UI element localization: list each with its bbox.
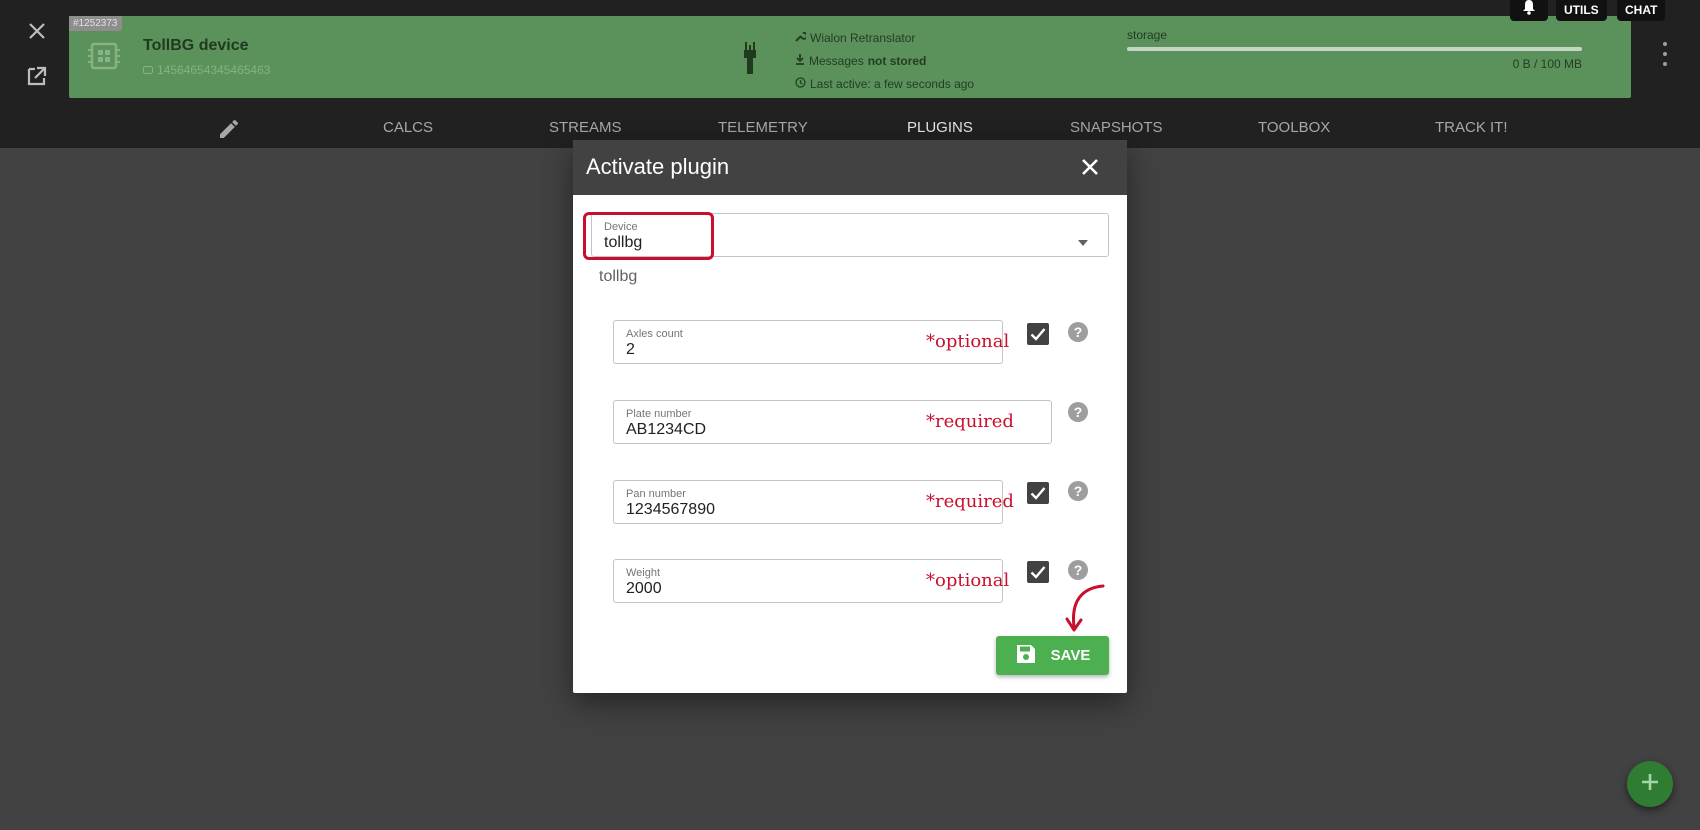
channel-name: Wialon Retranslator: [810, 31, 916, 45]
pan-number-label: Pan number: [626, 488, 686, 500]
messages-prefix: Messages: [809, 54, 864, 68]
help-icon[interactable]: ?: [1068, 481, 1088, 501]
last-active: Last active: a few seconds ago: [810, 77, 975, 91]
tab-toolbox[interactable]: TOOLBOX: [1258, 119, 1330, 136]
tab-telemetry[interactable]: TELEMETRY: [718, 119, 808, 136]
tab-plugins[interactable]: PLUGINS: [907, 119, 973, 136]
chip-icon: [87, 39, 121, 73]
add-fab-button[interactable]: [1627, 761, 1673, 807]
device-id-badge: #1252373: [69, 16, 122, 31]
help-icon[interactable]: ?: [1068, 322, 1088, 342]
close-icon[interactable]: [22, 16, 52, 46]
tag-icon: [143, 63, 153, 77]
required-annotation: *required: [926, 491, 1014, 512]
wrench-icon: [795, 27, 808, 50]
device-select[interactable]: Device tollbg: [591, 213, 1109, 257]
weight-value: 2000: [626, 580, 662, 597]
save-label: SAVE: [1050, 647, 1091, 664]
help-icon[interactable]: ?: [1068, 402, 1088, 422]
storage-progress-bar: [1127, 47, 1582, 51]
plate-number-label: Plate number: [626, 408, 692, 420]
utils-button[interactable]: UTILS: [1556, 0, 1607, 21]
open-in-new-icon[interactable]: [22, 61, 52, 91]
device-ident: 14564654345465463: [143, 63, 270, 77]
device-card[interactable]: #1252373 TollBG device 14564654345465463: [69, 16, 1631, 98]
axles-count-field[interactable]: Axles count 2 *optional: [613, 320, 1009, 364]
pan-number-checkbox[interactable]: [1027, 482, 1049, 504]
download-icon: [795, 50, 805, 73]
help-icon[interactable]: ?: [1068, 560, 1088, 580]
tab-streams[interactable]: STREAMS: [549, 119, 622, 136]
device-info: Wialon Retranslator Messages not stored …: [795, 27, 974, 96]
axles-count-value: 2: [626, 341, 635, 358]
tab-track-it[interactable]: TRACK IT!: [1435, 119, 1508, 136]
weight-label: Weight: [626, 567, 661, 579]
storage-value: 0 B / 100 MB: [1512, 57, 1582, 71]
edit-pencil-icon[interactable]: [217, 117, 241, 141]
pan-number-field[interactable]: Pan number 1234567890 *required: [613, 480, 1014, 524]
more-vert-icon[interactable]: [1658, 42, 1672, 66]
plug-icon: [743, 42, 757, 74]
tab-snapshots[interactable]: SNAPSHOTS: [1070, 119, 1163, 136]
weight-field[interactable]: Weight 2000 *optional: [613, 559, 1009, 603]
plate-number-field[interactable]: Plate number AB1234CD *required: [613, 400, 1052, 444]
device-ident-value: 14564654345465463: [157, 63, 271, 77]
chevron-down-icon: [1078, 233, 1088, 246]
messages-status: not stored: [867, 54, 927, 68]
bell-icon: [1522, 0, 1536, 22]
device-caption: tollbg: [599, 268, 638, 285]
device-select-value: tollbg: [604, 234, 643, 251]
dialog-title: Activate plugin: [586, 154, 730, 179]
optional-annotation: *optional: [926, 331, 1010, 352]
plate-number-value: AB1234CD: [626, 421, 707, 438]
axles-count-label: Axles count: [626, 328, 683, 340]
dialog-header: Activate plugin: [573, 140, 1127, 195]
tab-calcs[interactable]: CALCS: [383, 119, 433, 136]
axles-count-checkbox[interactable]: [1027, 323, 1049, 345]
weight-checkbox[interactable]: [1027, 561, 1049, 583]
floppy-disk-icon: [1015, 643, 1037, 669]
chat-button[interactable]: CHAT: [1617, 0, 1666, 21]
plus-icon: [1640, 772, 1660, 797]
top-bar: #1252373 TollBG device 14564654345465463: [0, 0, 1700, 148]
storage-label: storage: [1127, 28, 1168, 42]
pan-number-value: 1234567890: [626, 501, 715, 518]
clock-icon: [795, 73, 806, 96]
device-name: TollBG device: [143, 37, 249, 54]
optional-annotation: *optional: [926, 570, 1010, 591]
close-icon[interactable]: [1077, 154, 1103, 180]
save-button[interactable]: SAVE: [996, 636, 1109, 675]
device-select-label: Device: [604, 221, 638, 233]
required-annotation: *required: [926, 411, 1014, 432]
activate-plugin-dialog: Activate plugin Device tollbg tollbg Axl…: [573, 140, 1127, 693]
notifications-button[interactable]: [1510, 0, 1548, 21]
